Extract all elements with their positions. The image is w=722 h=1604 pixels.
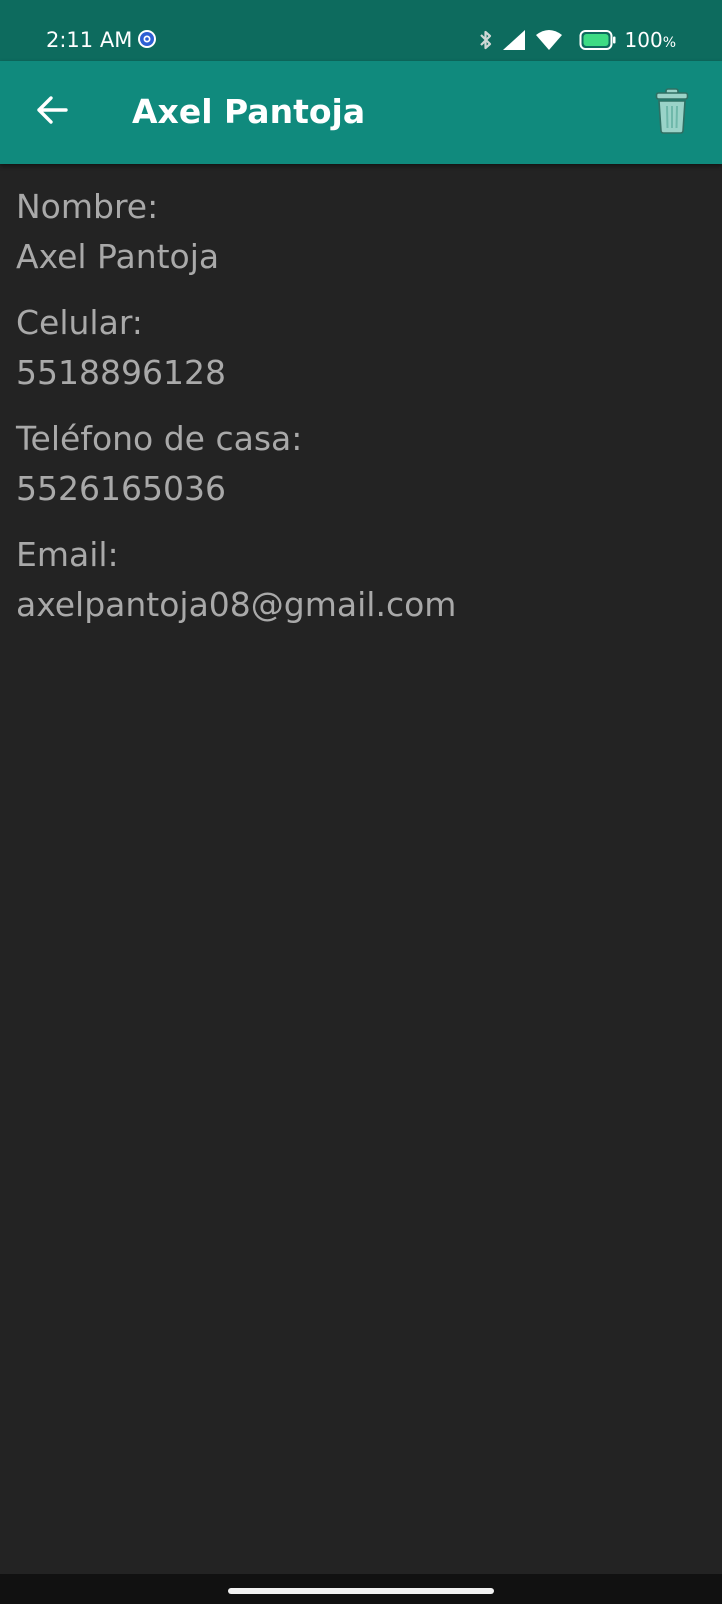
- navigation-bar: [0, 1574, 722, 1604]
- cell-signal-icon: [501, 29, 527, 51]
- battery-level: 100: [624, 28, 663, 52]
- app-bar: Axel Pantoja: [0, 61, 722, 164]
- field-value: axelpantoja08@gmail.com: [16, 585, 457, 624]
- blue-gear-icon: [137, 29, 157, 49]
- wifi-icon: [535, 29, 563, 51]
- field-label: Teléfono de casa:: [16, 419, 303, 458]
- page-title: Axel Pantoja: [132, 92, 366, 131]
- battery-percentage: 100%: [625, 28, 677, 52]
- bluetooth-icon: [477, 28, 495, 52]
- battery-unit: %: [662, 35, 676, 51]
- status-icons: 100%: [477, 26, 677, 54]
- arrow-left-icon: [36, 95, 68, 129]
- home-indicator[interactable]: [228, 1588, 494, 1594]
- delete-contact-button[interactable]: [644, 83, 700, 143]
- field-value: 5518896128: [16, 353, 226, 392]
- status-bar: 2:11 AM 100%: [0, 0, 722, 61]
- field-value: Axel Pantoja: [16, 237, 220, 276]
- battery-icon: [579, 29, 617, 51]
- trash-icon: [655, 88, 689, 138]
- field-telefono-casa: Teléfono de casa: 5526165036: [16, 414, 706, 514]
- contact-details: Nombre: Axel Pantoja Celular: 5518896128…: [16, 182, 706, 646]
- status-time: 2:11 AM: [46, 28, 133, 52]
- field-celular: Celular: 5518896128: [16, 298, 706, 398]
- field-value: 5526165036: [16, 469, 226, 508]
- field-label: Email:: [16, 535, 119, 574]
- back-button[interactable]: [25, 85, 79, 139]
- field-label: Nombre:: [16, 187, 159, 226]
- field-label: Celular:: [16, 303, 143, 342]
- field-nombre: Nombre: Axel Pantoja: [16, 182, 706, 282]
- field-email: Email: axelpantoja08@gmail.com: [16, 530, 706, 630]
- contact-detail-screen: 2:11 AM 100% Axel Pantoja Nombre: Axel P…: [0, 0, 722, 1604]
